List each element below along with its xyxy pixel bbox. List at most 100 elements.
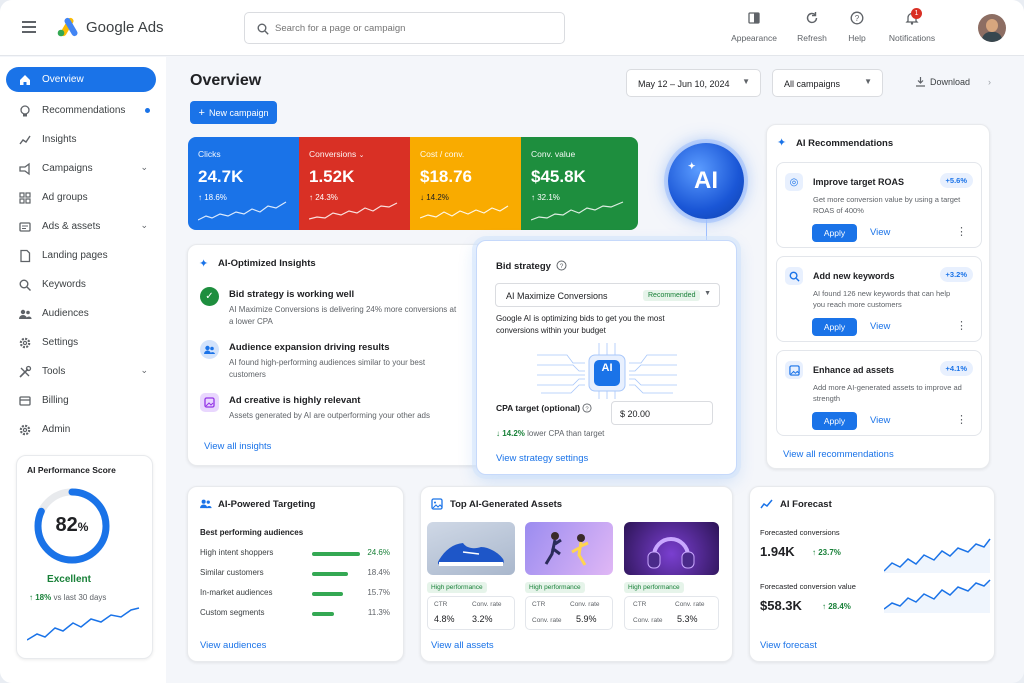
sidebar-item-tools[interactable]: Tools ⌄ [6,359,156,384]
kpi-card-cost-per-conversion[interactable]: Cost / conv. $18.76 ↓ 14.2% [410,137,521,230]
chevron-down-icon[interactable]: ⌄ [359,152,365,159]
view-audiences-link[interactable]: View audiences [200,640,266,651]
chevron-down-icon[interactable]: ⌄ [140,162,148,173]
apply-button[interactable]: Apply [812,224,857,242]
people-icon [199,499,212,509]
help-button[interactable]: ? Help [842,11,872,43]
audience-row[interactable]: In-market audiences 15.7% [200,588,390,597]
view-all-assets-link[interactable]: View all assets [431,640,494,651]
sidebar-item-admin[interactable]: Admin [6,417,156,442]
kpi-value: 24.7K [198,167,244,186]
audience-row[interactable]: Similar customers 18.4% [200,568,390,577]
cpa-target-input[interactable]: $ 20.00 [611,401,713,425]
sidebar-item-insights[interactable]: Insights [6,127,156,152]
kpi-sparkline [420,205,509,219]
sidebar-item-overview[interactable]: Overview [6,67,156,92]
kpi-card-conversions[interactable]: Conversions ⌄ 1.52K ↑ 24.3% [299,137,410,230]
sidebar-item-audiences[interactable]: Audiences [6,301,156,326]
view-all-insights-link[interactable]: View all insights [204,441,271,452]
kpi-card-clicks[interactable]: Clicks 24.7K ↑ 18.6% [188,137,299,230]
audience-share-bar [312,552,360,556]
kpi-label: Conversions ⌄ [309,149,400,159]
score-change: ↑ 18% vs last 30 days [29,593,107,602]
audience-row[interactable]: High intent shoppers 24.6% [200,548,390,557]
sidebar-item-ad-groups[interactable]: Ad groups [6,185,156,210]
sidebar-item-settings[interactable]: Settings [6,330,156,355]
sidebar-item-landing-pages[interactable]: Landing pages [6,243,156,268]
more-vert-icon[interactable]: ⋮ [956,225,967,238]
chevron-right-icon[interactable]: › [988,77,991,87]
score-value: 82 [55,514,78,536]
view-forecast-link[interactable]: View forecast [760,640,817,651]
chevron-down-icon[interactable]: ⌄ [140,220,148,231]
audience-row[interactable]: Custom segments 11.3% [200,608,390,617]
insight-desc: Assets generated by AI are outperforming… [229,411,431,420]
google-ads-logo-icon [57,17,78,37]
appearance-button[interactable]: Appearance [728,11,780,43]
sidebar-item-label: Insights [42,134,77,145]
audience-name: In-market audiences [200,588,273,597]
view-link[interactable]: View [870,321,890,332]
view-all-recommendations-link[interactable]: View all recommendations [783,449,894,460]
insight-desc: AI Maximize Conversions is delivering 24… [229,305,457,326]
bid-strategy-desc: Google AI is optimizing bids to get you … [496,314,665,335]
sidebar-item-recommendations[interactable]: Recommendations [6,98,156,123]
date-range-picker[interactable]: May 12 – Jun 10, 2024 ▼ [626,69,761,97]
help-icon[interactable]: ? [556,260,567,271]
ctr-label: CTR [434,601,448,608]
view-strategy-settings-link[interactable]: View strategy settings [496,453,588,464]
asset-tile[interactable]: High performance CTR Conv. rate 4.8% 3.2… [427,522,515,630]
search-icon [257,23,269,35]
page-icon [20,249,31,262]
audience-name: High intent shoppers [200,548,274,557]
asset-tile[interactable]: High performance CTR Conv. rate Conv. ra… [624,522,719,630]
insight-item[interactable]: Audience expansion driving results AI fo… [200,340,460,380]
image-icon [200,393,219,412]
refresh-button[interactable]: Refresh [792,11,832,43]
high-performance-badge: High performance [624,582,684,593]
forecast-conv-change: ↑ 23.7% [812,548,841,557]
view-link[interactable]: View [870,227,890,238]
asset-image-runners [525,522,613,575]
asset-stats: CTR Conv. rate Conv. rate 5.9% [525,596,613,630]
bid-strategy-card: Bid strategy ? AI Maximize Conversions R… [476,240,737,475]
audience-name: Custom segments [200,608,265,617]
kpi-label-text: Conversions [309,149,357,159]
connector-line [706,219,707,241]
menu-icon[interactable] [22,21,36,33]
kpi-label: Clicks [198,149,221,159]
ctr-label: CTR [633,601,647,608]
avatar[interactable] [978,14,1006,42]
asset-tile[interactable]: High performance CTR Conv. rate Conv. ra… [525,522,613,630]
sidebar-item-billing[interactable]: Billing [6,388,156,413]
notifications-button[interactable]: 1 Notifications [884,8,940,43]
ai-targeting-card: AI-Powered Targeting Best performing aud… [187,486,404,662]
apply-button[interactable]: Apply [812,412,857,430]
insight-item[interactable]: Ad creative is highly relevant Assets ge… [200,393,460,433]
view-link[interactable]: View [870,415,890,426]
sidebar-item-ads-assets[interactable]: Ads & assets ⌄ [6,214,156,239]
appearance-icon [748,12,760,24]
cpa-change-value: 14.2% [502,429,525,438]
kpi-label: Conv. value [531,149,576,159]
search-box[interactable] [244,12,565,44]
sparkle-icon: ✦ [199,258,209,270]
sidebar-item-campaigns[interactable]: Campaigns ⌄ [6,156,156,181]
new-campaign-button[interactable]: + New campaign [190,101,277,124]
sidebar-item-keywords[interactable]: Keywords [6,272,156,297]
campaign-filter-select[interactable]: All campaigns ▼ [772,69,883,97]
svg-text:?: ? [560,263,564,270]
more-vert-icon[interactable]: ⋮ [956,319,967,332]
insight-item[interactable]: ✓ Bid strategy is working well AI Maximi… [200,287,460,327]
chevron-down-icon[interactable]: ⌄ [140,365,148,376]
more-vert-icon[interactable]: ⋮ [956,413,967,426]
help-icon[interactable]: ? [582,403,592,413]
apply-button[interactable]: Apply [812,318,857,336]
kpi-card-conversion-value[interactable]: Conv. value $45.8K ↑ 32.1% [521,137,638,230]
sidebar-item-label: Landing pages [42,250,108,261]
conv-rate-label: Conv. rate [570,601,600,608]
insight-title: Audience expansion driving results [229,342,390,353]
download-button[interactable]: Download [915,76,970,87]
search-input[interactable] [275,20,555,36]
bid-strategy-select[interactable]: AI Maximize Conversions Recommended ▼ [495,283,720,307]
